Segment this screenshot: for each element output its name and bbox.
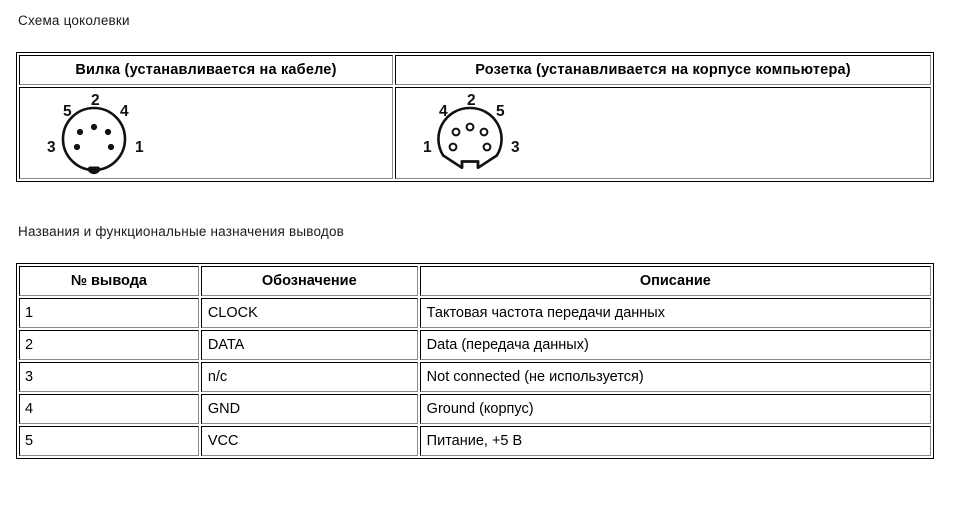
connector-diagram-row: 2 5 4 3 1 2 4 5 1 3 xyxy=(19,87,931,179)
cell-signal: GND xyxy=(200,394,418,424)
plug-label-5: 5 xyxy=(63,103,72,120)
plug-pin-4 xyxy=(104,128,112,136)
socket-label-3: 3 xyxy=(511,139,520,156)
page-title-pin-names: Названия и функциональные назначения выв… xyxy=(18,224,345,239)
column-header-signal: Обозначение xyxy=(200,266,418,296)
socket-label-4: 4 xyxy=(439,103,448,120)
plug-label-1: 1 xyxy=(135,139,144,156)
socket-pin-2 xyxy=(465,122,475,132)
cell-pin-number: 2 xyxy=(19,330,199,360)
connector-header-plug: Вилка (устанавливается на кабеле) xyxy=(19,55,393,85)
cell-description: Data (передача данных) xyxy=(419,330,931,360)
din5-plug-diagram: 2 5 4 3 1 xyxy=(32,89,162,177)
plug-label-2: 2 xyxy=(91,92,100,109)
socket-label-1: 1 xyxy=(423,139,432,156)
plug-label-4: 4 xyxy=(120,103,129,120)
cell-description: Тактовая частота передачи данных xyxy=(419,298,931,328)
socket-key-notch xyxy=(460,160,480,168)
cell-signal: n/c xyxy=(200,362,418,392)
socket-pin-1 xyxy=(448,142,458,152)
table-row: 2 DATA Data (передача данных) xyxy=(19,330,931,360)
socket-shell-outline xyxy=(437,106,503,170)
page-title-pinout: Схема цоколевки xyxy=(18,13,130,28)
cell-description: Ground (корпус) xyxy=(419,394,931,424)
column-header-pin-number: № вывода xyxy=(19,266,199,296)
pin-table-body: 1 CLOCK Тактовая частота передачи данных… xyxy=(19,298,931,456)
table-row: 3 n/c Not connected (не используется) xyxy=(19,362,931,392)
plug-pin-5 xyxy=(76,128,84,136)
din5-socket-icon: 2 4 5 1 3 xyxy=(423,92,520,170)
connector-header-row: Вилка (устанавливается на кабеле) Розетк… xyxy=(19,55,931,85)
cell-pin-number: 5 xyxy=(19,426,199,456)
plug-pin-1 xyxy=(107,143,115,151)
plug-pin-3 xyxy=(73,143,81,151)
connector-header-socket: Розетка (устанавливается на корпусе комп… xyxy=(395,55,931,85)
pin-table-head: № вывода Обозначение Описание xyxy=(19,266,931,296)
cell-pin-number: 1 xyxy=(19,298,199,328)
socket-label-2: 2 xyxy=(467,92,476,109)
cell-signal: DATA xyxy=(200,330,418,360)
plug-shell-outline xyxy=(61,106,127,172)
socket-diagram-cell: 2 4 5 1 3 xyxy=(395,87,931,179)
cell-description: Not connected (не используется) xyxy=(419,362,931,392)
cell-description: Питание, +5 В xyxy=(419,426,931,456)
plug-pin-2 xyxy=(90,123,98,131)
table-row: 5 VCC Питание, +5 В xyxy=(19,426,931,456)
pin-assignment-table: № вывода Обозначение Описание 1 CLOCK Та… xyxy=(16,263,934,459)
pin-table-header-row: № вывода Обозначение Описание xyxy=(19,266,931,296)
plug-key-tab-fill xyxy=(88,166,100,172)
connector-table: Вилка (устанавливается на кабеле) Розетк… xyxy=(16,52,934,182)
table-row: 4 GND Ground (корпус) xyxy=(19,394,931,424)
plug-diagram-cell: 2 5 4 3 1 xyxy=(19,87,393,179)
table-row: 1 CLOCK Тактовая частота передачи данных xyxy=(19,298,931,328)
column-header-description: Описание xyxy=(419,266,931,296)
din5-socket-diagram: 2 4 5 1 3 xyxy=(408,89,538,177)
plug-label-3: 3 xyxy=(47,139,56,156)
din5-plug-icon: 2 5 4 3 1 xyxy=(47,92,144,175)
cell-signal: CLOCK xyxy=(200,298,418,328)
cell-pin-number: 4 xyxy=(19,394,199,424)
socket-pin-3 xyxy=(482,142,492,152)
socket-pin-5 xyxy=(479,127,489,137)
cell-pin-number: 3 xyxy=(19,362,199,392)
cell-signal: VCC xyxy=(200,426,418,456)
socket-pin-4 xyxy=(451,127,461,137)
socket-label-5: 5 xyxy=(496,103,505,120)
